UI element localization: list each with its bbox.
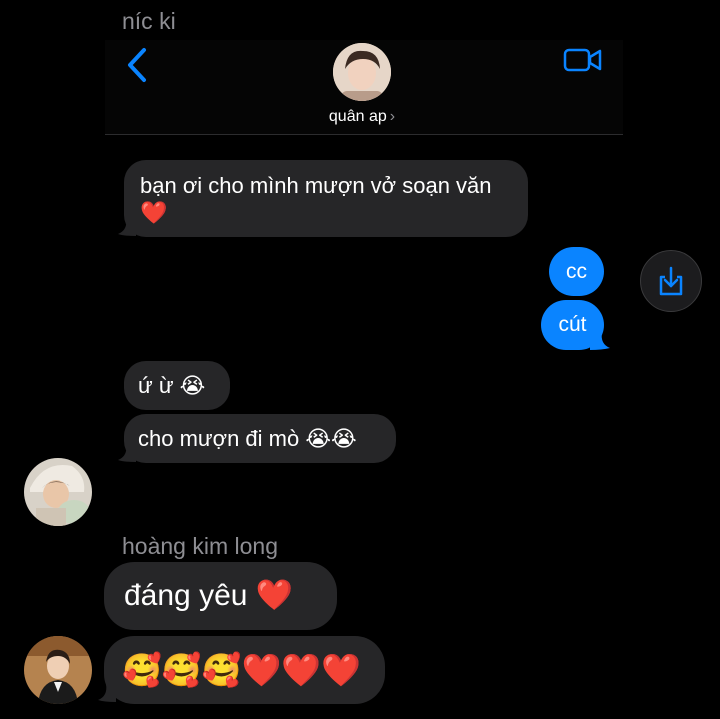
chevron-left-icon <box>128 48 146 82</box>
contact-avatar[interactable] <box>333 43 391 101</box>
contact-name-link[interactable]: quân ap › <box>312 108 412 126</box>
message-text: cho mượn đi mò 😭😭 <box>138 425 357 451</box>
message-text: đáng yêu ❤️ <box>124 579 294 612</box>
message-text: bạn ơi cho mình mượn vở soạn văn <box>140 173 492 198</box>
sender-name-top: níc ki <box>122 8 176 34</box>
message-text: ứ ừ 😭 <box>138 372 206 398</box>
share-download-icon <box>659 266 683 296</box>
heart-emoji: ❤️ <box>140 200 168 225</box>
bubble-tail <box>98 682 116 702</box>
bubble-tail <box>590 330 610 350</box>
message-text: cc <box>566 259 587 283</box>
sender-avatar[interactable] <box>24 458 92 526</box>
message-text: 🥰🥰🥰❤️❤️❤️ <box>122 652 362 688</box>
incoming-message-bubble[interactable]: cho mượn đi mò 😭😭 <box>124 414 396 463</box>
back-button[interactable] <box>124 46 154 84</box>
video-call-button[interactable] <box>563 46 603 76</box>
incoming-message-bubble[interactable]: ứ ừ 😭 <box>124 361 230 410</box>
incoming-message-bubble[interactable]: 🥰🥰🥰❤️❤️❤️ <box>104 636 385 704</box>
chevron-right-icon: › <box>389 108 396 125</box>
share-button[interactable] <box>640 250 702 312</box>
sender-avatar[interactable] <box>24 636 92 704</box>
avatar-photo <box>24 636 92 704</box>
incoming-message-bubble[interactable]: đáng yêu ❤️ <box>104 562 337 630</box>
video-camera-icon <box>563 48 602 72</box>
bubble-tail <box>118 216 136 236</box>
avatar-photo <box>24 458 92 526</box>
bubble-tail <box>118 442 136 462</box>
outgoing-message-bubble[interactable]: cc <box>549 247 604 296</box>
message-text: cút <box>558 313 587 336</box>
incoming-message-bubble[interactable]: bạn ơi cho mình mượn vở soạn văn ❤️ <box>124 160 528 237</box>
avatar-photo <box>333 43 391 101</box>
sender-name: hoàng kim long <box>122 533 278 559</box>
contact-name: quân ap <box>328 108 387 125</box>
